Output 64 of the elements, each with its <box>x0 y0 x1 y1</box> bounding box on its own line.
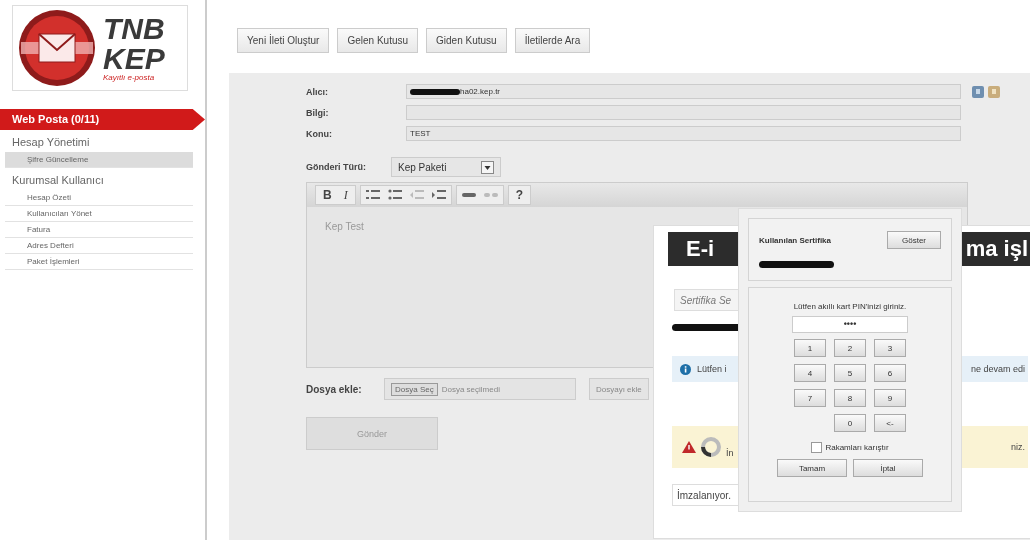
submenu-item[interactable]: Adres Defteri <box>5 238 193 254</box>
type-dropdown[interactable]: Kep Paketi <box>391 157 501 177</box>
toolbar-button[interactable]: Giden Kutusu <box>426 28 507 53</box>
keypad-key[interactable]: 7 <box>794 389 826 407</box>
envelope-logo-icon <box>17 8 97 88</box>
dialog-title: E-i <box>686 236 715 262</box>
certificate-label: Kullanılan Sertifika <box>759 235 832 245</box>
submenu-item[interactable]: Kullanıcıları Yönet <box>5 206 193 222</box>
bold-button[interactable]: B <box>320 188 335 202</box>
menu-section[interactable]: Hesap Yönetimi <box>0 130 205 152</box>
toolbar-button[interactable]: İletilerde Ara <box>514 28 591 53</box>
submenu-item[interactable]: Paket İşlemleri <box>5 254 193 270</box>
bullet-list-icon[interactable] <box>386 188 403 202</box>
address-book-icon[interactable] <box>971 85 985 99</box>
toolbar-button[interactable]: Gelen Kutusu <box>337 28 419 53</box>
checkbox-label: Rakamları karıştır <box>825 443 889 452</box>
field-label: Konu: <box>306 128 333 139</box>
menu-section[interactable]: Kurumsal Kullanıcı <box>0 168 205 190</box>
field-label: Dosya ekle: <box>306 383 363 395</box>
italic-button[interactable]: I <box>340 187 351 203</box>
input-field[interactable] <box>406 105 961 120</box>
spinner-icon <box>700 436 722 458</box>
keypad-key[interactable]: 1 <box>794 339 826 357</box>
submenu-item[interactable]: Hesap Özeti <box>5 190 193 206</box>
keypad-key[interactable]: 6 <box>874 364 906 382</box>
input-field[interactable]: TEST <box>406 126 961 141</box>
warning-text: İn <box>726 448 734 458</box>
cancel-button[interactable]: İptal <box>853 459 923 477</box>
toolbar-button[interactable]: Yeni İleti Oluştur <box>237 28 330 53</box>
warning-text: niz. <box>1011 442 1025 452</box>
keypad-key[interactable]: 8 <box>834 389 866 407</box>
dialog-title: ma işl <box>965 236 1028 262</box>
field-label: Bilgi: <box>306 107 330 118</box>
field-label: Alıcı: <box>306 86 329 97</box>
keypad-key[interactable]: 5 <box>834 364 866 382</box>
ok-button[interactable]: Tamam <box>777 459 847 477</box>
caret-icon <box>481 160 494 174</box>
keypad-key[interactable]: 2 <box>834 339 866 357</box>
pin-prompt: Lütfen akıllı kart PIN'inizi giriniz. <box>793 302 907 311</box>
info-icon <box>680 363 691 375</box>
file-input[interactable]: Dosya Seç Dosya seçilmedi <box>384 378 576 400</box>
keypad-key[interactable]: 4 <box>794 364 826 382</box>
pin-field[interactable]: •••• <box>792 316 908 333</box>
shuffle-checkbox[interactable] <box>811 442 823 453</box>
info-text: Lütfen i <box>697 364 727 374</box>
keypad-key[interactable]: 9 <box>874 389 906 407</box>
address-book-icon[interactable] <box>987 85 1001 99</box>
logo-text: KEP <box>103 44 165 74</box>
warning-icon <box>682 441 696 453</box>
show-button[interactable]: Göster <box>887 231 941 249</box>
indent-icon[interactable] <box>430 188 447 202</box>
submenu-item[interactable]: Şifre Güncelleme <box>5 152 193 168</box>
keypad-key[interactable]: 3 <box>874 339 906 357</box>
menu-item[interactable]: Web Posta (0/11) <box>0 109 205 130</box>
submenu-item[interactable]: Fatura <box>5 222 193 238</box>
numbered-list-icon[interactable] <box>364 188 381 202</box>
field-label: Gönderi Türü: <box>306 162 367 172</box>
keypad-key[interactable]: 0 <box>834 414 866 432</box>
logo-tagline: Kayıtlı e-posta <box>103 74 156 82</box>
logo-text: TNB <box>103 14 165 44</box>
outdent-icon[interactable] <box>408 188 425 202</box>
info-text: ne devam edi <box>970 364 1025 374</box>
input-field[interactable]: ha02.kep.tr <box>406 84 961 99</box>
keypad-key[interactable]: <- <box>874 414 906 432</box>
